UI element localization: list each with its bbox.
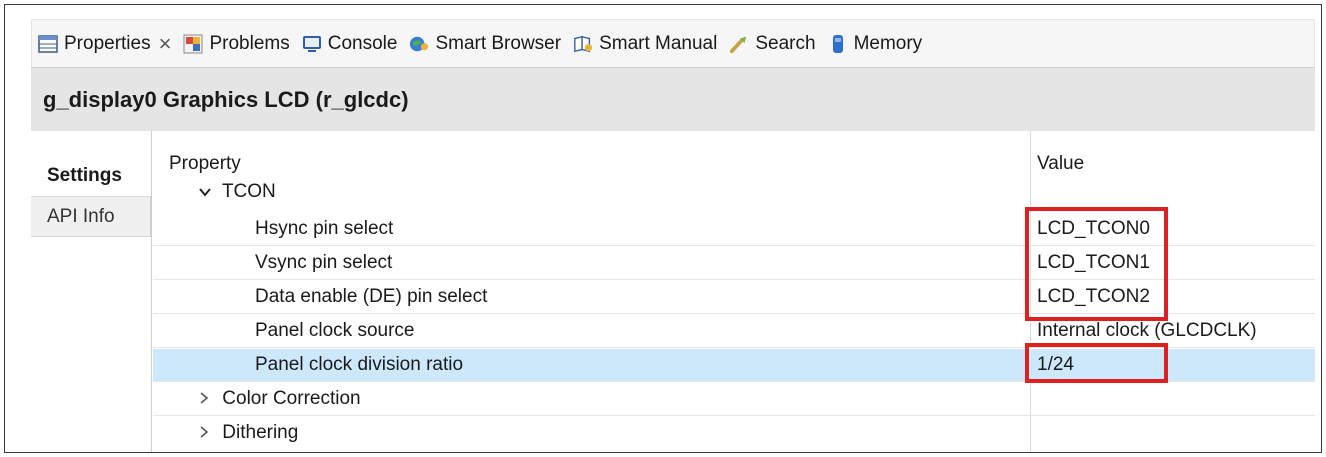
side-tab-api-info-label: API Info bbox=[47, 205, 115, 227]
row-label: Data enable (DE) pin select bbox=[255, 286, 488, 307]
tree-node-color-correction: Color Correction bbox=[199, 388, 361, 410]
table-row[interactable]: TCON bbox=[153, 179, 1315, 209]
tab-smart-manual[interactable]: Smart Manual bbox=[567, 20, 723, 68]
highlight-box-tcon-pins bbox=[1025, 207, 1168, 321]
side-tab-settings[interactable]: Settings bbox=[31, 131, 151, 197]
smart-manual-icon bbox=[573, 34, 593, 54]
problems-icon bbox=[183, 34, 203, 54]
table-row[interactable]: Dithering bbox=[153, 417, 1315, 450]
row-label: Vsync pin select bbox=[255, 252, 393, 273]
tab-console[interactable]: Console bbox=[296, 20, 404, 68]
tab-problems[interactable]: Problems bbox=[177, 20, 295, 68]
tab-properties[interactable]: Properties × bbox=[32, 19, 178, 68]
properties-view-frame: Properties × Problems Console Smart Brow… bbox=[4, 4, 1322, 453]
tab-console-label: Console bbox=[327, 32, 398, 54]
side-tab-api-info[interactable]: API Info bbox=[31, 197, 151, 237]
side-tab-settings-label: Settings bbox=[47, 164, 122, 186]
memory-icon bbox=[828, 34, 848, 54]
table-row[interactable]: Color Correction bbox=[153, 383, 1315, 416]
search-icon bbox=[729, 34, 749, 54]
row-label: Dithering bbox=[222, 422, 299, 443]
chevron-right-icon[interactable] bbox=[199, 422, 217, 444]
tree-node-dithering: Dithering bbox=[199, 422, 298, 444]
tab-properties-label: Properties bbox=[64, 32, 151, 54]
properties-header: g_display0 Graphics LCD (r_glcdc) bbox=[31, 67, 1315, 131]
side-tab-bar: Settings API Info bbox=[31, 131, 152, 452]
column-header-value[interactable]: Value bbox=[1037, 153, 1084, 175]
row-label: TCON bbox=[221, 181, 276, 202]
chevron-right-icon[interactable] bbox=[199, 388, 217, 410]
highlight-box-division-ratio bbox=[1025, 343, 1168, 383]
column-header-property[interactable]: Property bbox=[169, 153, 241, 175]
tab-search[interactable]: Search bbox=[723, 20, 821, 68]
row-label: Panel clock division ratio bbox=[255, 354, 464, 375]
table-header: Property Value bbox=[153, 131, 1315, 181]
tab-smart-browser-label: Smart Browser bbox=[435, 32, 562, 54]
tab-problems-label: Problems bbox=[209, 32, 290, 54]
tab-search-label: Search bbox=[755, 32, 816, 54]
tree-node-tcon: TCON bbox=[199, 181, 276, 203]
row-label: Hsync pin select bbox=[255, 218, 394, 239]
row-value[interactable]: Internal clock (GLCDCLK) bbox=[1037, 320, 1257, 342]
chevron-down-icon[interactable] bbox=[199, 181, 217, 203]
smart-browser-icon bbox=[409, 34, 429, 54]
row-label: Panel clock source bbox=[255, 320, 415, 341]
view-tab-bar: Properties × Problems Console Smart Brow… bbox=[31, 19, 1315, 68]
row-label: Color Correction bbox=[222, 388, 361, 409]
close-icon[interactable]: × bbox=[159, 31, 172, 57]
property-table: Property Value TCON Hsync pin select LCD… bbox=[153, 131, 1315, 452]
tab-smart-browser[interactable]: Smart Browser bbox=[403, 20, 567, 68]
tab-memory-label: Memory bbox=[853, 32, 923, 54]
console-icon bbox=[302, 34, 322, 54]
tab-memory[interactable]: Memory bbox=[822, 20, 929, 68]
properties-icon bbox=[38, 34, 58, 54]
page-title: g_display0 Graphics LCD (r_glcdc) bbox=[43, 86, 409, 112]
tab-smart-manual-label: Smart Manual bbox=[599, 32, 718, 54]
